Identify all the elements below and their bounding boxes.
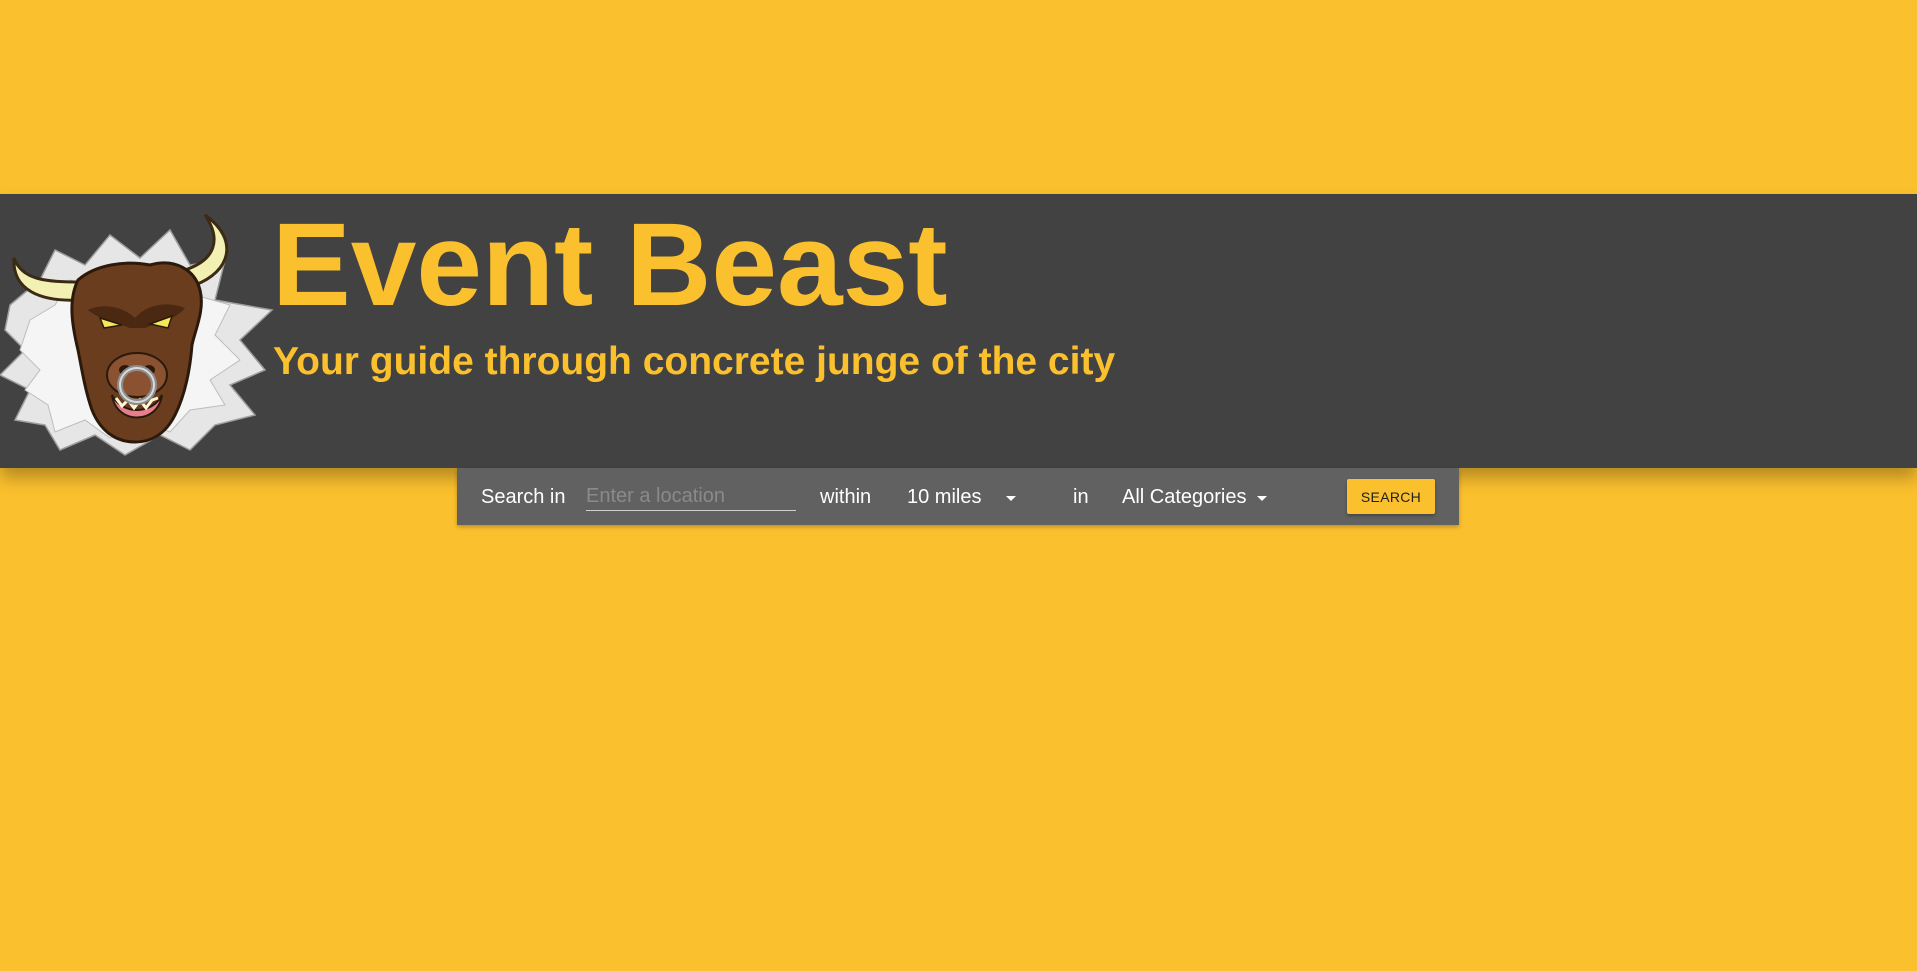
site-title: Event Beast <box>272 199 948 331</box>
distance-select[interactable]: 10 miles <box>907 482 1027 512</box>
site-subtitle: Your guide through concrete junge of the… <box>273 340 1116 383</box>
page: Event Beast Your guide through concrete … <box>0 0 1917 971</box>
header-banner: Event Beast Your guide through concrete … <box>0 194 1917 468</box>
search-button[interactable]: SEARCH <box>1347 479 1435 514</box>
distance-select-value: 10 miles <box>907 486 982 508</box>
in-label: in <box>1073 486 1089 508</box>
chevron-down-icon <box>1257 496 1267 501</box>
chevron-down-icon <box>1006 496 1016 501</box>
location-input[interactable] <box>586 482 796 511</box>
search-bar: Search in within 10 miles in All Categor… <box>457 468 1459 525</box>
category-select[interactable]: All Categories <box>1122 482 1282 512</box>
bull-head-logo-icon <box>0 213 274 456</box>
search-in-label: Search in <box>481 486 566 508</box>
category-select-value: All Categories <box>1122 486 1247 508</box>
within-label: within <box>820 486 872 508</box>
